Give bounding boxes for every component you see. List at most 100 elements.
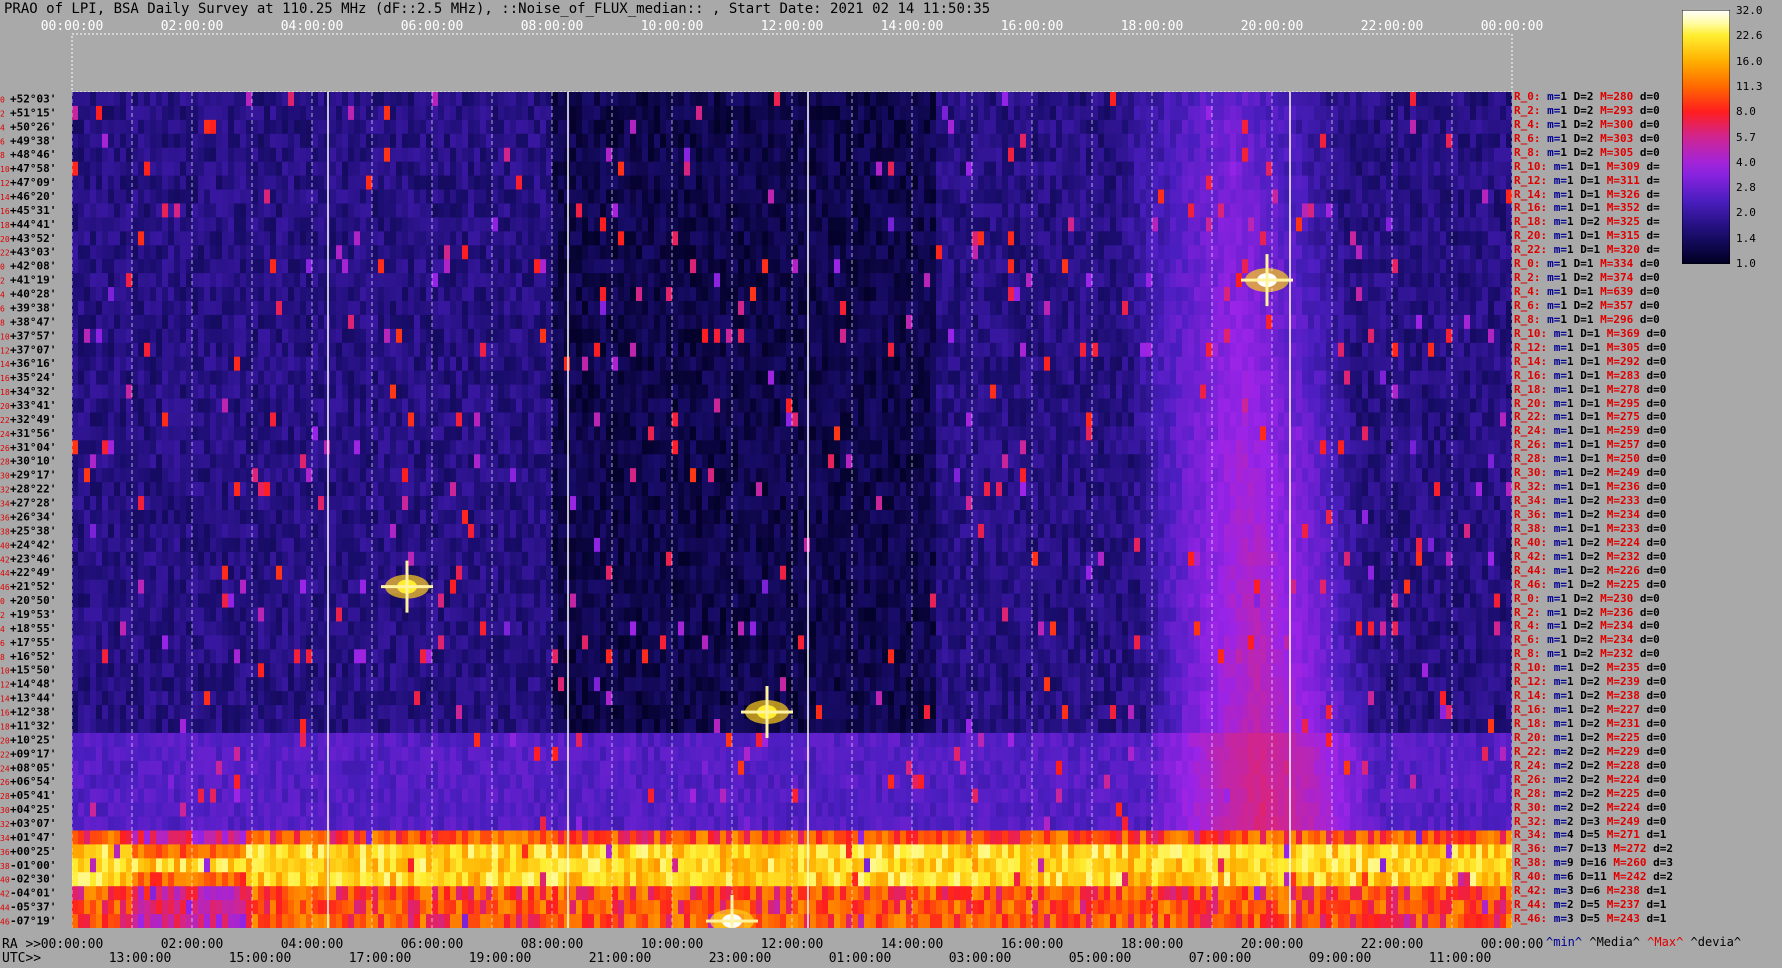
beam-stat-row: R_10: m=1 D=1 M=369 d=0 [1514,327,1666,340]
bottom-ra-tick: 20:00:00 [1241,937,1304,952]
beam-stat-dev-key: d= [1633,619,1654,633]
top-ra-tick: 00:00:00 [1481,19,1544,34]
beam-stat-name: R_32: [1514,814,1548,828]
beam-index-label: 12 [0,179,10,188]
beam-stat-max-key: M= [1600,494,1620,508]
beam-index-label: 42 [0,555,10,564]
beam-stat-dev-key: d= [1646,870,1667,884]
beam-stat-name: R_14: [1514,354,1548,368]
beam-stat-dev-key: d= [1639,800,1660,814]
beam-stat-dev: 0 [1659,730,1667,744]
beam-stat-dev: 0 [1653,647,1660,661]
beam-stat-max: 325 [1620,215,1640,229]
bottom-ra-tick: 12:00:00 [761,937,824,952]
beam-stat-dev-key: d= [1633,605,1654,619]
beam-stat-median-key: D= [1573,549,1594,563]
beam-stat-name: R_16: [1514,368,1548,382]
beam-stat-median-key: D= [1573,354,1594,368]
beam-stat-min: 2 [1567,744,1574,758]
beam-stat-min: 1 [1567,577,1574,591]
beam-stat-max: 272 [1626,842,1647,856]
beam-stat-row: R_18: m=1 D=1 M=278 d=0 [1514,383,1666,396]
beam-stat-min-key: m= [1547,424,1567,438]
beam-stat-min: 1 [1560,90,1567,103]
bottom-ra-tick: 06:00:00 [401,937,464,952]
beam-stat-min-key: m= [1547,215,1567,229]
beam-index-label: 30 [0,472,10,481]
beam-stat-row: R_2: m=1 D=2 M=293 d=0 [1514,104,1660,117]
beam-index-label: 4 [0,291,5,300]
beam-stat-name: R_30: [1514,466,1548,480]
beam-index-label: 22 [0,750,10,759]
dec-label: +22°49' [10,566,56,579]
beam-stat-median-key: D= [1573,243,1594,257]
beam-stat-min: 1 [1567,159,1574,173]
colorbar-tick-label: 1.0 [1736,257,1756,270]
dec-label: +45°31' [10,204,56,217]
beam-stat-dev: 2 [1666,870,1673,884]
beam-stat-max: 295 [1620,396,1640,410]
beam-stat-row: R_30: m=1 D=2 M=249 d=0 [1514,466,1666,479]
beam-stat-min-key: m= [1540,591,1561,605]
beam-index-label: 12 [0,346,10,355]
colorbar-tick-label: 2.0 [1736,206,1756,220]
beam-stat-row: R_22: m=2 D=2 M=229 d=0 [1514,745,1666,758]
beam-stat-dev-key: d= [1633,257,1654,271]
beam-stat-name: R_26: [1514,772,1548,786]
beam-stat-min-key: m= [1547,508,1567,521]
beam-stat-dev: 0 [1659,368,1667,382]
beam-stat-median-key: D= [1573,521,1594,535]
beam-stat-median-key: D= [1573,912,1594,926]
beam-stat-median-key: D= [1573,772,1594,786]
beam-stat-min: 1 [1560,312,1567,326]
bottom-utc-tick: 13:00:00 [109,951,172,966]
colorbar-tick-label: 22.6 [1736,29,1763,43]
beam-stat-dev-key: d= [1633,271,1654,285]
beam-stat-dev-key: d= [1639,354,1660,368]
beam-stat-min: 7 [1567,842,1574,856]
beam-index-label: 18 [0,722,10,731]
beam-stat-max-key: M= [1600,772,1620,786]
beam-index-label: 2 [0,277,5,286]
beam-stat-min: 1 [1567,326,1574,340]
beam-stat-min: 1 [1560,131,1567,145]
beam-stat-dev-key: d= [1639,438,1660,452]
beam-stat-median-key: D= [1573,452,1594,466]
beam-stat-median: 2 [1586,117,1594,131]
beam-stat-dev-key: d= [1646,842,1667,856]
beam-stat-max: 278 [1620,382,1640,396]
beam-stat-max: 234 [1613,633,1634,647]
beam-stat-max-key: M= [1606,870,1627,884]
beam-stat-max: 238 [1620,884,1640,898]
beam-stat-median: 2 [1586,90,1594,103]
beam-stat-min-key: m= [1547,786,1567,800]
beam-stat-dev: 0 [1659,480,1667,494]
beam-stat-max: 231 [1620,717,1640,730]
beam-stat-row: R_14: m=1 D=1 M=292 d=0 [1514,355,1666,368]
beam-stat-min: 1 [1560,605,1567,619]
beam-stat-max: 230 [1613,591,1634,605]
beam-index-label: 0 [0,95,5,104]
dec-label: +35°24' [10,371,56,384]
beam-stat-dev-key: d= [1639,452,1660,466]
beam-stat-max-key: M= [1600,828,1620,842]
colorbar-tick-label: 11.3 [1736,79,1763,93]
dec-label: +01°47' [10,831,56,844]
beam-stat-max-key: M= [1600,508,1620,521]
dec-label: +12°38' [10,706,56,719]
beam-stat-dev: 1 [1659,828,1667,842]
beam-index-label: 44 [0,904,10,913]
top-ra-tick: 12:00:00 [761,19,824,34]
beam-stat-max: 249 [1620,814,1640,828]
top-ra-axis: 00:00:00 02:00:00 04:00:00 06:00:00 08:00:00… [41,19,1544,34]
top-ra-tick: 02:00:00 [161,19,224,34]
beam-stat-max-key: M= [1600,354,1620,368]
beam-stat-max: 239 [1620,675,1640,689]
beam-stat-median-key: D= [1573,675,1594,689]
beam-stat-row: R_10: m=1 D=2 M=235 d=0 [1514,661,1666,674]
beam-stat-dev: 0 [1653,131,1660,145]
beam-stat-median-key: D= [1573,758,1594,772]
beam-stat-median-key: D= [1567,145,1587,159]
beam-stat-max: 227 [1620,703,1640,717]
beam-stat-max: 334 [1613,257,1634,271]
